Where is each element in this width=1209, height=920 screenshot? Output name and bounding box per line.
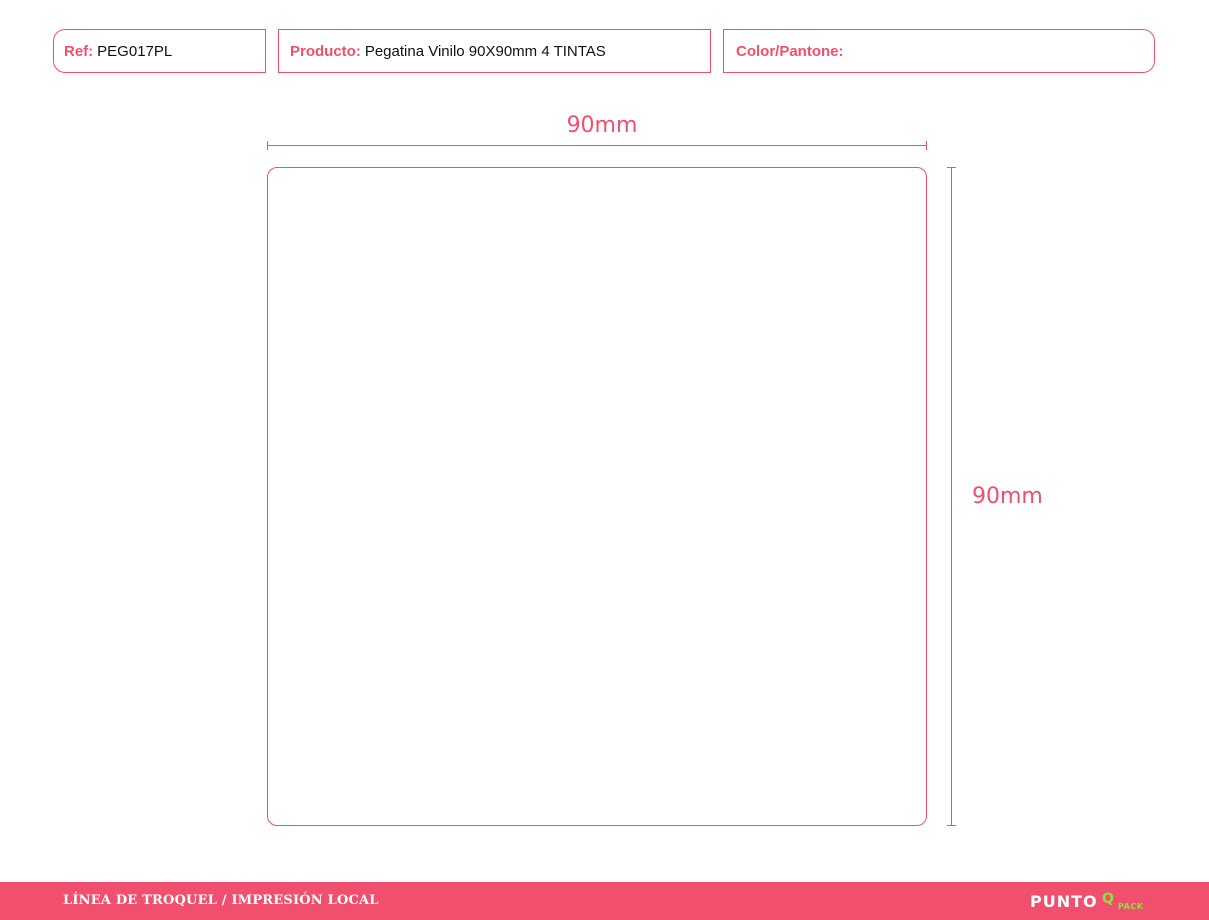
product-field: Producto: Pegatina Vinilo 90X90mm 4 TINT… [278,29,711,73]
width-dimension-line [267,145,927,146]
logo-q-text: Q [1102,891,1114,907]
color-pantone-label: Color/Pantone: [736,42,844,60]
height-dimension-label: 90mm [972,484,1043,509]
logo-main-text: PUNTO [1030,892,1098,911]
ref-label: Ref: [64,42,94,60]
product-value: Pegatina Vinilo 90X90mm 4 TINTAS [364,42,606,60]
logo-sub-text: PACK [1118,902,1144,911]
height-dimension-tick-top [947,167,956,168]
width-dimension-tick-right [926,141,927,150]
width-dimension-tick-left [267,141,268,150]
ref-field: Ref: PEG017PL [53,29,266,73]
die-cut-outline [267,167,927,826]
width-dimension-label: 90mm [566,113,638,138]
height-dimension-tick-bottom [947,825,956,826]
ref-value: PEG017PL [97,42,173,60]
product-label: Producto: [290,42,361,60]
color-pantone-field: Color/Pantone: [723,29,1155,73]
footer-bar: LÍNEA DE TROQUEL / IMPRESIÓN LOCAL PUNTO… [0,882,1209,920]
footer-title: LÍNEA DE TROQUEL / IMPRESIÓN LOCAL [63,893,379,908]
height-dimension-line [951,167,952,826]
